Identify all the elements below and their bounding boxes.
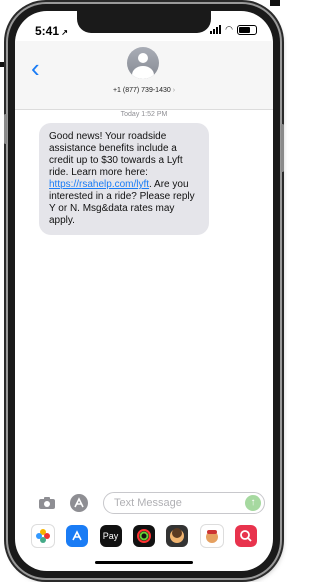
memoji-app-icon[interactable] xyxy=(166,525,189,547)
photos-app-icon[interactable] xyxy=(30,524,55,548)
signal-icon xyxy=(210,25,222,34)
incoming-message-bubble: Good news! Your roadside assistance bene… xyxy=(39,123,209,235)
search-images-app-icon[interactable] xyxy=(235,525,258,547)
notch xyxy=(77,11,211,33)
status-time-text: 5:41 xyxy=(35,24,60,38)
contact-avatar[interactable] xyxy=(127,47,159,79)
composer-row: ↑ xyxy=(15,491,273,517)
phone-screen: 5:41 ↗ ◠ ‹ +1 (877) 739-1430 › Today 1:5… xyxy=(15,11,273,571)
status-icons: ◠ xyxy=(210,24,257,35)
avatar-head xyxy=(138,53,148,63)
volume-button xyxy=(4,114,7,144)
animoji-app-icon[interactable] xyxy=(199,524,224,548)
apple-pay-app-icon[interactable]: Pay xyxy=(99,525,122,547)
back-chevron-icon[interactable]: ‹ xyxy=(31,55,40,81)
camera-icon[interactable] xyxy=(37,493,57,513)
message-timestamp: Today 1:52 PM xyxy=(120,111,168,118)
fitness-app-icon[interactable] xyxy=(132,525,155,547)
status-time: 5:41 ↗ xyxy=(35,24,68,38)
app-store-icon[interactable] xyxy=(69,493,89,513)
contact-name[interactable]: +1 (877) 739-1430 › xyxy=(15,87,273,94)
send-button[interactable]: ↑ xyxy=(245,495,261,511)
message-link[interactable]: https://rsahelp.com/lyft xyxy=(49,179,149,190)
message-input[interactable]: ↑ xyxy=(103,492,265,514)
location-arrow-icon: ↗ xyxy=(59,28,68,37)
battery-icon xyxy=(237,24,257,35)
home-indicator[interactable] xyxy=(95,561,193,564)
side-button xyxy=(281,124,284,172)
contact-chevron-icon: › xyxy=(172,87,176,94)
message-input-field[interactable] xyxy=(104,494,244,512)
conversation-header: ‹ +1 (877) 739-1430 › xyxy=(15,41,273,110)
message-text: Good news! Your roadside assistance bene… xyxy=(49,131,183,178)
apple-pay-label: Pay xyxy=(102,531,119,541)
top-right-edge-bar xyxy=(270,0,280,6)
app-store-app-icon[interactable] xyxy=(66,525,89,547)
wifi-icon: ◠ xyxy=(225,24,233,34)
phone-frame: 5:41 ↗ ◠ ‹ +1 (877) 739-1430 › Today 1:5… xyxy=(4,4,284,578)
app-drawer: Pay xyxy=(15,521,273,551)
avatar-body xyxy=(132,66,154,79)
contact-number: +1 (877) 739-1430 xyxy=(112,87,171,94)
